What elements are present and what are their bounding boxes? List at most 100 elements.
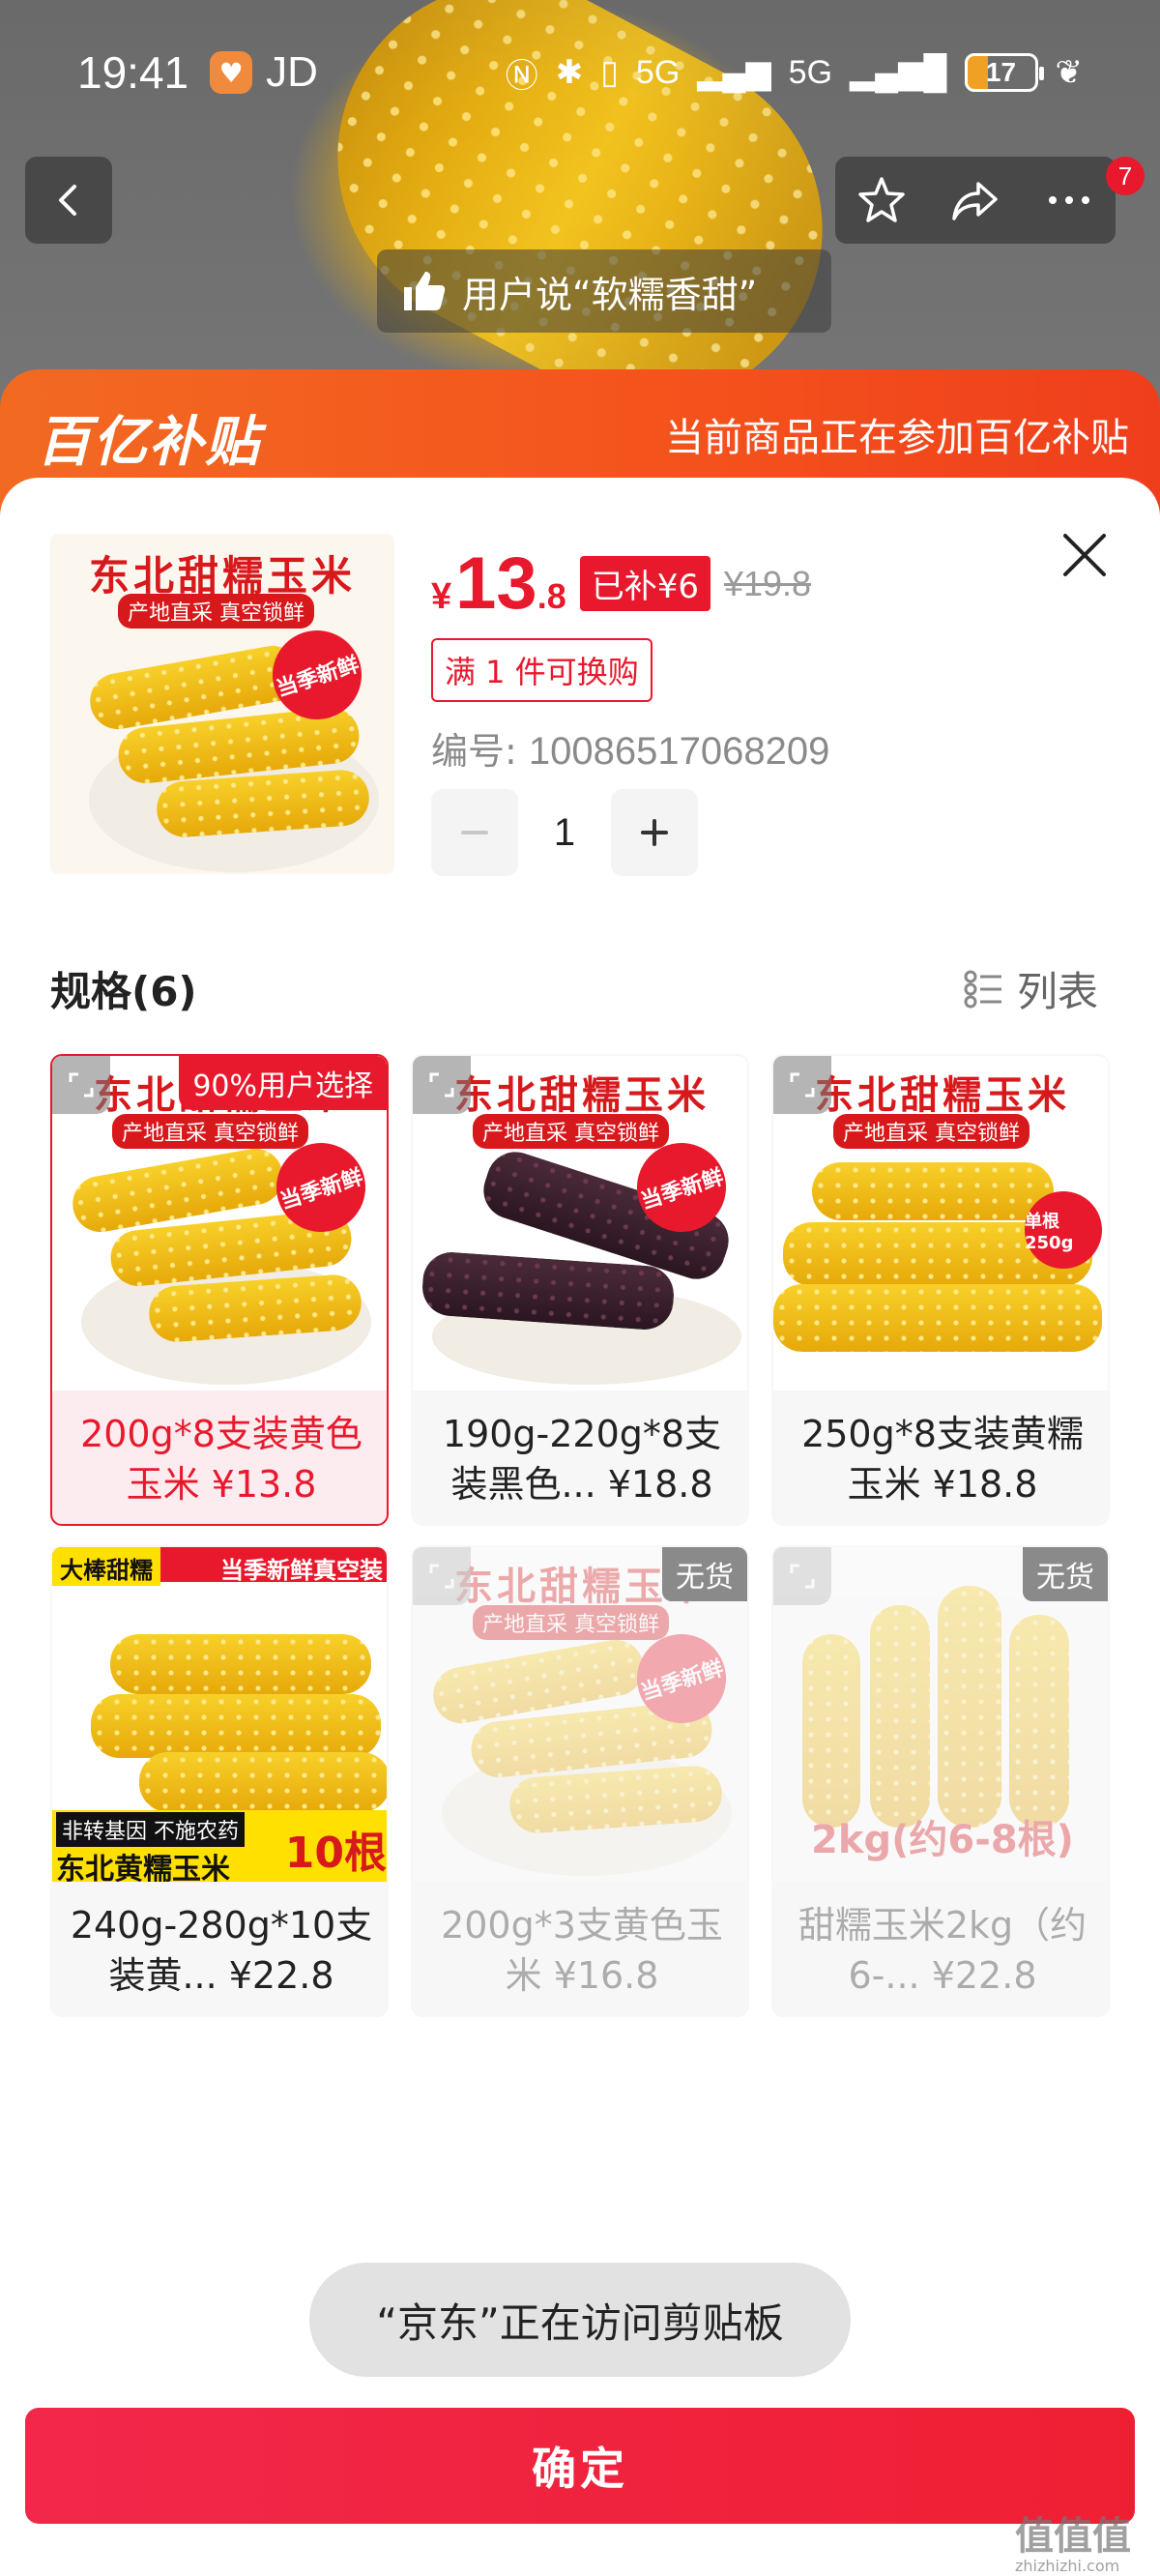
original-price: ¥19.8 xyxy=(723,563,812,603)
back-button[interactable] xyxy=(25,157,112,244)
thumbs-up-icon xyxy=(404,272,446,310)
price-currency: ¥ xyxy=(431,576,452,617)
status-time: 19:41 xyxy=(77,47,189,98)
expand-icon xyxy=(429,1072,454,1098)
message-count-badge: 7 xyxy=(1106,157,1145,195)
sku-option-name: 200g*8支装黄色玉米 ¥13.8 xyxy=(80,1413,362,1506)
battery-level: 17 xyxy=(985,57,1017,87)
battery-icon: 17 xyxy=(964,53,1044,92)
sold-out-tag: 无货 xyxy=(662,1547,747,1601)
price-integer: 13 xyxy=(455,542,537,625)
sku-option-card[interactable]: 东北甜糯玉米 产地直采 真空锁鲜 当季新鲜 无货 200g*3支黄色玉米 ¥16… xyxy=(411,1545,749,2017)
sku-option-card[interactable]: 大棒甜糯 当季新鲜真空装 非转基因 不施农药 东北黄糯玉米 10根 240g-2… xyxy=(50,1545,389,2017)
status-app-label: JD xyxy=(266,48,318,96)
subsidy-logo: 百亿补贴 xyxy=(37,411,261,474)
expand-image-button[interactable] xyxy=(52,1056,110,1114)
corn-cob xyxy=(139,1752,387,1812)
share-icon xyxy=(952,182,998,220)
sku-option-card[interactable]: 2kg(约6-8根) 无货 甜糯玉米2kg（约6-... ¥22.8 xyxy=(771,1545,1110,2017)
quantity-value[interactable]: 1 xyxy=(518,811,611,855)
thumb-subtitle: 产地直采 真空锁鲜 xyxy=(118,594,314,629)
corn-cob xyxy=(870,1605,930,1828)
sku-option-card[interactable]: 东北甜糯玉米 产地直采 真空锁鲜 当季新鲜 190g-220g*8支装黑色...… xyxy=(411,1054,749,1526)
sku-option-name: 190g-220g*8支装黑色... ¥18.8 xyxy=(442,1413,722,1506)
close-icon xyxy=(1063,534,1106,576)
sku-code-value: 10086517068209 xyxy=(528,730,830,773)
list-view-toggle[interactable]: 列表 xyxy=(963,959,1098,1018)
sku-option-image: 东北甜糯玉米 产地直采 真空锁鲜 当季新鲜 xyxy=(413,1056,747,1390)
star-icon xyxy=(858,177,906,222)
close-button[interactable] xyxy=(1056,526,1114,584)
sku-grid: 东北甜糯玉米 产地直采 真空锁鲜 当季新鲜 90%用户选择 200g*8支装黄色… xyxy=(50,1054,1110,2021)
subsidy-banner-text: 当前商品正在参加百亿补贴 xyxy=(665,416,1129,460)
favorite-button[interactable] xyxy=(843,161,920,239)
sku-option-card[interactable]: 东北甜糯玉米 产地直采 真空锁鲜 当季新鲜 90%用户选择 200g*8支装黄色… xyxy=(50,1054,389,1526)
chevron-left-icon xyxy=(59,185,76,216)
sku-selection-sheet: 东北甜糯玉米 产地直采 真空锁鲜 当季新鲜 ¥ 13 .8 已补¥6 ¥19.8… xyxy=(0,478,1160,2576)
price-row: ¥ 13 .8 已补¥6 ¥19.8 xyxy=(431,542,811,626)
image-weight-label: 2kg(约6-8根) xyxy=(811,1818,1074,1862)
corn-cob xyxy=(110,1634,371,1694)
sku-code: 编号: 10086517068209 xyxy=(431,721,829,775)
signal-icon: ▂▄▆ xyxy=(697,54,771,91)
sku-option-name: 250g*8支装黄糯玉米 ¥18.8 xyxy=(801,1413,1084,1506)
sku-option-name: 200g*3支黄色玉米 ¥16.8 xyxy=(441,1904,723,1997)
sku-image-subtitle: 产地直采 真空锁鲜 xyxy=(112,1114,308,1149)
more-button[interactable] xyxy=(1030,161,1108,239)
sku-option-name: 240g-280g*10支装黄... ¥22.8 xyxy=(70,1904,373,1997)
network-5g-b: 5G xyxy=(788,53,833,91)
sku-option-image: 大棒甜糯 当季新鲜真空装 非转基因 不施农药 东北黄糯玉米 10根 xyxy=(52,1547,387,1882)
more-dots-icon xyxy=(1048,196,1089,204)
sku-option-card[interactable]: 东北甜糯玉米 产地直采 真空锁鲜 单根250g 250g*8支装黄糯玉米 ¥18… xyxy=(771,1054,1110,1526)
image-tag-count: 10根 xyxy=(284,1829,387,1878)
expand-image-button[interactable] xyxy=(773,1547,831,1605)
clipboard-toast: “京东”正在访问剪贴板 xyxy=(309,2263,851,2377)
corn-cob xyxy=(938,1586,1001,1828)
subsidy-amount-tag: 已补¥6 xyxy=(579,556,710,611)
expand-image-button[interactable] xyxy=(413,1056,471,1114)
expand-image-button[interactable] xyxy=(413,1547,471,1605)
expand-icon xyxy=(790,1072,815,1098)
network-5g-a: 5G xyxy=(635,53,681,91)
list-icon xyxy=(964,970,1001,1008)
corn-cob xyxy=(91,1694,381,1758)
expand-icon xyxy=(69,1072,94,1098)
corn-cob xyxy=(773,1284,1102,1352)
confirm-button[interactable]: 确定 xyxy=(25,2408,1135,2524)
sku-option-image: 东北甜糯玉米 产地直采 真空锁鲜 单根250g xyxy=(773,1056,1108,1390)
corn-cob xyxy=(1009,1615,1069,1828)
spec-section-title: 规格(6) xyxy=(50,968,197,1015)
decrease-button[interactable] xyxy=(431,789,518,876)
image-tag-big: 大棒甜糯 xyxy=(52,1547,160,1586)
sku-image-subtitle: 产地直采 真空锁鲜 xyxy=(833,1114,1030,1149)
leaf-icon: ❦ xyxy=(1055,54,1084,91)
vibrate-icon: ▯ xyxy=(600,54,619,91)
watermark: 值值值 zhizhizhi.com xyxy=(1015,2504,1131,2575)
minus-icon xyxy=(461,831,488,834)
quantity-stepper: 1 xyxy=(431,789,698,876)
swap-promo-tag: 满 1 件可换购 xyxy=(431,638,652,702)
sku-option-name: 甜糯玉米2kg（约6-... ¥22.8 xyxy=(798,1904,1088,1997)
expand-image-button[interactable] xyxy=(773,1056,831,1114)
popular-choice-ribbon: 90%用户选择 xyxy=(179,1056,387,1110)
watermark-main: 值值值 xyxy=(1015,2514,1131,2559)
image-tag-name: 东北黄糯玉米 xyxy=(56,1853,230,1882)
sku-code-label: 编号: xyxy=(431,730,517,773)
increase-button[interactable] xyxy=(611,789,698,876)
plus-icon xyxy=(641,819,668,846)
price-decimal: .8 xyxy=(536,576,566,616)
watermark-sub: zhizhizhi.com xyxy=(1015,2557,1120,2575)
image-tag-fresh: 当季新鲜真空装 xyxy=(220,1557,383,1584)
share-button[interactable] xyxy=(937,161,1014,239)
product-thumbnail[interactable]: 东北甜糯玉米 产地直采 真空锁鲜 当季新鲜 xyxy=(50,534,394,874)
weight-badge: 单根250g xyxy=(1025,1191,1102,1269)
nav-actions xyxy=(835,157,1116,244)
image-tag-nongmo: 非转基因 不施农药 xyxy=(56,1812,245,1847)
review-highlight[interactable]: 用户说“软糯香甜” xyxy=(377,249,831,333)
signal-icon-2: ▂▄▆█ xyxy=(850,54,947,91)
heart-app-icon: ♥ xyxy=(210,51,253,94)
status-bar: 19:41 ♥ JD Ⓝ ✱ ▯ 5G ▂▄▆ 5G ▂▄▆█ 17 ❦ xyxy=(0,0,1160,145)
sold-out-tag: 无货 xyxy=(1023,1547,1108,1601)
list-view-label: 列表 xyxy=(1017,968,1099,1015)
expand-icon xyxy=(790,1564,815,1589)
